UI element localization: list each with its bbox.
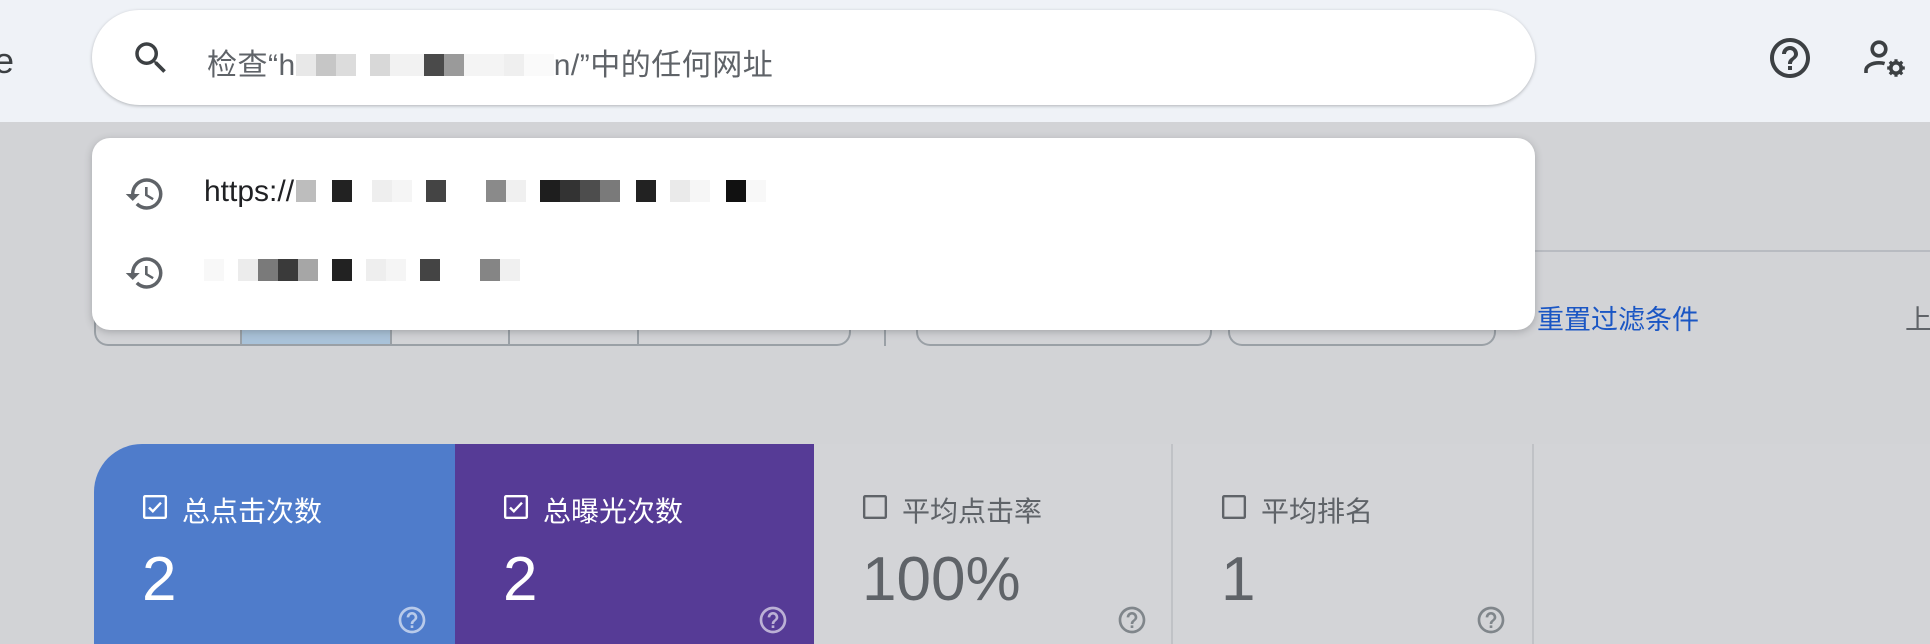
metric-value: 100% [862, 545, 1021, 614]
search-prefix: 检查“h [207, 49, 296, 82]
help-icon[interactable] [396, 604, 428, 636]
history-item-text [204, 254, 520, 288]
metric-value: 2 [142, 545, 177, 614]
redacted-text [412, 180, 427, 203]
redacted-text [446, 180, 487, 203]
redacted-text [486, 180, 507, 203]
redacted-text [710, 180, 727, 203]
search-history-dropdown: https:// [92, 138, 1535, 330]
redacted-text [238, 259, 258, 282]
redacted-text [315, 54, 336, 77]
last-updated-fragment: 上 [1905, 305, 1930, 335]
redacted-text [463, 54, 504, 77]
search-input[interactable]: 检查“h n/”中的任何网址 [207, 40, 773, 84]
redacted-text [620, 180, 637, 203]
redacted-text [503, 54, 524, 77]
redacted-text [352, 180, 373, 203]
help-icon[interactable] [1766, 34, 1814, 82]
search-suffix: n/”中的任何网址 [553, 49, 774, 82]
redacted-text [560, 180, 581, 203]
redacted-text [746, 180, 767, 203]
help-icon[interactable] [1116, 604, 1148, 636]
redacted-text [636, 180, 657, 203]
redacted-text [426, 180, 447, 203]
history-icon [125, 178, 163, 210]
checkbox-checked-icon[interactable] [142, 494, 168, 520]
redacted-text [580, 180, 601, 203]
redacted-text [600, 180, 621, 203]
redacted-text [332, 259, 352, 282]
help-icon[interactable] [757, 604, 789, 636]
redacted-text [506, 180, 527, 203]
redacted-text [423, 54, 444, 77]
metric-label: 平均排名 [1261, 496, 1374, 527]
metric-card-average-position[interactable]: 平均排名 1 [1173, 444, 1534, 644]
history-item-text: https:// [204, 175, 767, 209]
metric-value: 1 [1221, 545, 1256, 614]
top-app-bar: e 检查“h n/”中的任何网址 [0, 0, 1930, 122]
redacted-text [355, 54, 370, 77]
redacted-text [258, 259, 278, 282]
redacted-text [372, 180, 393, 203]
redacted-text [392, 180, 413, 203]
redacted-text [500, 259, 520, 282]
history-item-prefix: https:// [204, 175, 295, 208]
redacted-text [656, 180, 671, 203]
redacted-text [540, 180, 561, 203]
history-icon [125, 257, 163, 289]
search-icon [135, 42, 166, 73]
admin-settings-icon[interactable] [1860, 34, 1908, 82]
redacted-text [366, 259, 386, 282]
redacted-text [204, 259, 224, 282]
redacted-text [386, 259, 406, 282]
redacted-text [318, 259, 332, 282]
redacted-text [443, 54, 464, 77]
metric-label: 平均点击率 [902, 496, 1043, 527]
product-name-fragment: e [0, 40, 15, 81]
history-item[interactable]: https:// [92, 155, 1535, 233]
metric-card-average-ctr[interactable]: 平均点击率 100% [814, 444, 1173, 644]
redacted-text [389, 54, 424, 77]
redacted-text [298, 259, 318, 282]
reset-filters-link[interactable]: 重置过滤条件 [1537, 298, 1699, 337]
redacted-text [278, 259, 298, 282]
redacted-text [332, 180, 353, 203]
redacted-text [440, 259, 480, 282]
checkbox-unchecked-icon[interactable] [1221, 494, 1247, 520]
checkbox-checked-icon[interactable] [503, 494, 529, 520]
redacted-text [523, 54, 554, 77]
redacted-text [316, 180, 333, 203]
metric-card-filler [1534, 444, 1930, 644]
history-item[interactable] [92, 234, 1535, 312]
metric-value: 2 [503, 545, 538, 614]
redacted-text [480, 259, 500, 282]
redacted-text [335, 54, 356, 77]
section-divider [1490, 250, 1930, 252]
redacted-text [420, 259, 440, 282]
metric-card-total-impressions[interactable]: 总曝光次数 2 [455, 444, 814, 644]
metric-card-total-clicks[interactable]: 总点击次数 2 [94, 444, 455, 644]
redacted-text [224, 259, 238, 282]
redacted-text [352, 259, 366, 282]
metric-label: 总点击次数 [182, 496, 323, 527]
redacted-text [690, 180, 711, 203]
redacted-text [296, 180, 317, 203]
redacted-text [670, 180, 691, 203]
url-inspection-search[interactable]: 检查“h n/”中的任何网址 [92, 10, 1535, 105]
redacted-text [726, 180, 747, 203]
metric-label: 总曝光次数 [543, 496, 684, 527]
redacted-text [295, 54, 316, 77]
checkbox-unchecked-icon[interactable] [862, 494, 888, 520]
redacted-text [526, 180, 541, 203]
redacted-text [406, 259, 420, 282]
redacted-text [369, 54, 390, 77]
help-icon[interactable] [1475, 604, 1507, 636]
